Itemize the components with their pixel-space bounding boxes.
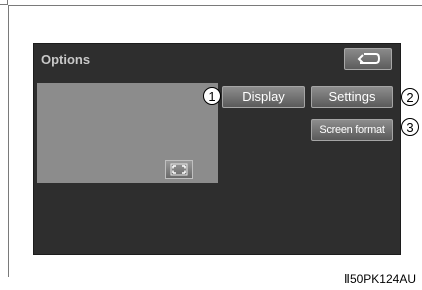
frame-top-line bbox=[8, 5, 422, 6]
screen-format-button[interactable]: Screen format bbox=[311, 119, 393, 141]
callout-2: 2 bbox=[401, 88, 419, 106]
callout-3: 3 bbox=[401, 118, 419, 136]
settings-button[interactable]: Settings bbox=[311, 86, 393, 108]
screen-title: Options bbox=[41, 52, 91, 67]
fullscreen-button[interactable] bbox=[165, 160, 193, 179]
back-arrow-icon bbox=[357, 53, 381, 64]
options-screen: Options Display Settings Screen format bbox=[33, 43, 401, 255]
callout-1: 1 bbox=[203, 87, 221, 105]
video-preview-area bbox=[37, 83, 218, 183]
display-button[interactable]: Display bbox=[222, 86, 305, 108]
fullscreen-icon bbox=[170, 163, 188, 176]
figure-id: Ⅱ50PK124AU bbox=[344, 272, 416, 286]
frame-left-line bbox=[8, 5, 9, 277]
back-button[interactable] bbox=[344, 48, 392, 70]
frame-corner bbox=[0, 0, 8, 5]
